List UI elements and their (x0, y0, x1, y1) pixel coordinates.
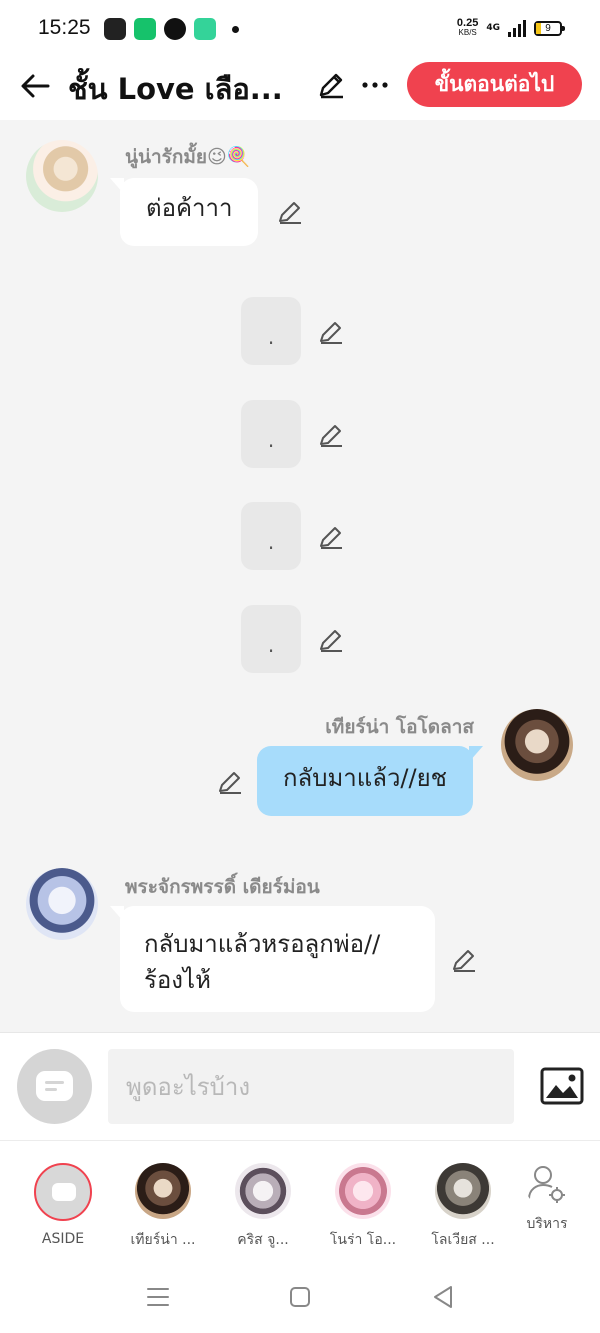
character-label: โนร่า โอ... (329, 1232, 397, 1248)
notification-icons (104, 18, 239, 40)
avatar[interactable] (501, 709, 573, 781)
message-bubble[interactable]: กลับมาแล้ว//ยช (257, 746, 483, 816)
edit-message-pencil-icon[interactable] (276, 198, 304, 226)
character-label: เทียร์น่า ... (130, 1232, 196, 1248)
battery-icon: 9 (534, 20, 565, 36)
next-step-button[interactable]: ขั้นตอนต่อไป (407, 62, 582, 107)
sender-name: พระจักรพรรดิ์ เดียร์ม่อน (125, 876, 320, 898)
net-speed: 0.25 KB/S (456, 17, 479, 38)
image-icon[interactable] (540, 1067, 584, 1105)
status-right: 0.25 KB/S 4G 9 (456, 17, 565, 38)
back-arrow-icon[interactable] (18, 68, 54, 104)
page-title: ชั้น Love เลือ... (68, 72, 283, 106)
character-label: บริหาร (526, 1216, 568, 1232)
aside-avatar (34, 1163, 92, 1221)
character-item[interactable]: เทียร์น่า ... (118, 1163, 208, 1251)
character-label: ASIDE (41, 1231, 85, 1247)
character-bar: ASIDE เทียร์น่า ... คริส จู... โนร่า โอ.… (0, 1140, 600, 1260)
more-icon[interactable] (360, 70, 390, 100)
more-notifications-dot-icon (232, 25, 239, 33)
robot-app-icon (104, 18, 126, 40)
network-type: 4G (486, 23, 500, 33)
edit-message-pencil-icon[interactable] (450, 946, 478, 974)
edit-message-pencil-icon[interactable] (317, 421, 345, 449)
app-notification-icon (194, 18, 216, 40)
edit-message-pencil-icon[interactable] (317, 626, 345, 654)
home-square-icon[interactable] (287, 1284, 313, 1310)
signal-icon (508, 19, 526, 37)
edit-message-pencil-icon[interactable] (317, 523, 345, 551)
message-bubble[interactable]: . (241, 297, 301, 365)
status-time: 15:25 (38, 16, 91, 39)
chat-area[interactable]: นู่น่ารักมั้ย😉🍭 ต่อค้าาา . . . . เทียร์น… (0, 120, 600, 1032)
edit-message-pencil-icon[interactable] (317, 318, 345, 346)
chat-bubble-icon (52, 1183, 76, 1201)
character-item[interactable]: โนร่า โอ... (318, 1163, 408, 1251)
chat-header: ชั้น Love เลือ... ขั้นตอนต่อไป (0, 60, 600, 120)
edit-title-pencil-icon[interactable] (316, 70, 346, 100)
sender-name: เทียร์น่า โอโดลาส (325, 716, 474, 738)
character-label: โลเวียส ... (431, 1232, 495, 1248)
chat-bubble-icon (36, 1071, 73, 1101)
person-gear-icon (525, 1163, 569, 1207)
character-aside[interactable]: ASIDE (18, 1163, 108, 1247)
avatar (435, 1163, 491, 1219)
back-triangle-icon[interactable] (430, 1284, 456, 1310)
line-app-icon (164, 18, 186, 40)
message-input[interactable] (108, 1049, 514, 1124)
avatar[interactable] (26, 140, 98, 212)
message-line: ร้องไห้ (144, 966, 211, 994)
avatar (335, 1163, 391, 1219)
avatar[interactable] (26, 868, 98, 940)
character-item[interactable]: คริส จู... (218, 1163, 308, 1251)
aside-toggle-button[interactable] (17, 1049, 92, 1124)
manage-characters-button[interactable]: บริหาร (502, 1163, 592, 1235)
avatar (235, 1163, 291, 1219)
message-bubble[interactable]: . (241, 605, 301, 673)
character-label: คริส จู... (237, 1232, 289, 1248)
status-bar: 15:25 0.25 KB/S 4G 9 (0, 0, 600, 60)
system-nav-bar (0, 1260, 600, 1333)
message-input-bar (0, 1032, 600, 1140)
character-item[interactable]: โลเวียส ... (418, 1163, 508, 1251)
message-bubble[interactable]: . (241, 400, 301, 468)
menu-icon[interactable] (145, 1284, 171, 1310)
message-bubble[interactable]: ต่อค้าาา (109, 178, 259, 246)
message-line: กลับมาแล้วหรอลูกพ่อ// (144, 930, 381, 958)
message-bubble[interactable]: . (241, 502, 301, 570)
message-bubble[interactable]: กลับมาแล้วหรอลูกพ่อ// ร้องไห้ (110, 906, 435, 1012)
battery-saver-icon (134, 18, 156, 40)
sender-name: นู่น่ารักมั้ย😉🍭 (125, 146, 251, 168)
edit-message-pencil-icon[interactable] (216, 768, 244, 796)
avatar (135, 1163, 191, 1219)
